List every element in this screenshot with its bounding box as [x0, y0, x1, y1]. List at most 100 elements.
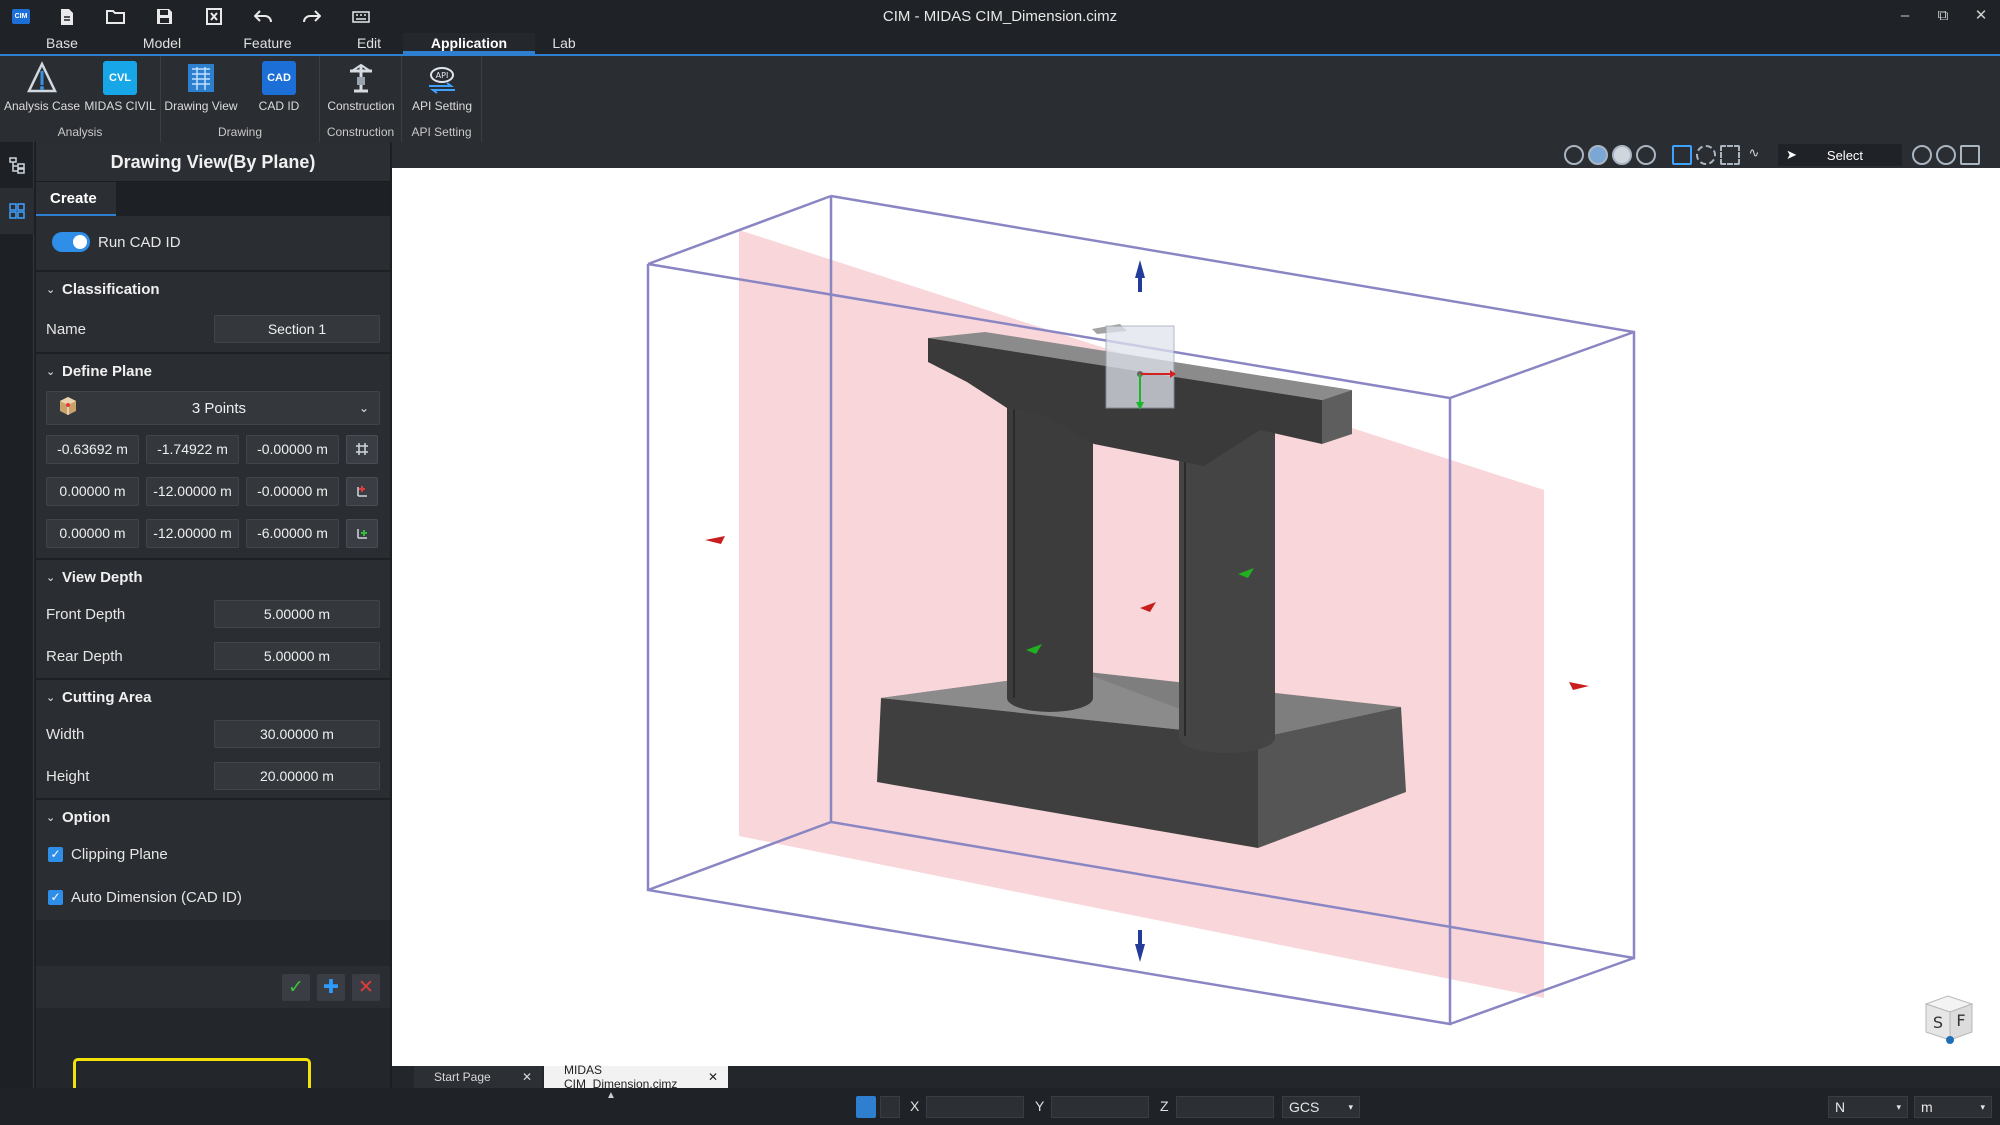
tab-model[interactable]: Model: [124, 33, 200, 54]
cancel-icon[interactable]: ✕: [352, 973, 380, 1001]
lasso-select-icon[interactable]: [1696, 145, 1716, 165]
option-header[interactable]: ⌄ Option: [36, 800, 390, 834]
new-file-icon[interactable]: [42, 0, 91, 33]
coord-system-select[interactable]: GCS ▾: [1282, 1096, 1360, 1118]
tab-edit[interactable]: Edit: [335, 33, 403, 54]
redo-icon[interactable]: [287, 0, 336, 33]
pick-y-axis-icon[interactable]: [346, 518, 378, 548]
point-3-y-field[interactable]: -12.00000 m: [146, 518, 239, 548]
z-label: Z: [1160, 1098, 1169, 1114]
close-icon[interactable]: ✕: [708, 1070, 718, 1084]
z-coord-field[interactable]: [1176, 1096, 1274, 1118]
snap-icon[interactable]: [856, 1096, 876, 1118]
undo-icon[interactable]: [238, 0, 287, 33]
grid-panel-icon[interactable]: [0, 188, 34, 234]
ribbon-group-label: Drawing: [217, 125, 262, 139]
clipping-plane-checkbox[interactable]: ✓: [48, 846, 63, 862]
define-plane-header[interactable]: ⌄ Define Plane: [36, 354, 390, 388]
view-rotate-icon[interactable]: [1564, 145, 1584, 165]
target-icon[interactable]: [1936, 145, 1956, 165]
tab-create[interactable]: Create: [36, 182, 116, 216]
point-2-y-field[interactable]: -12.00000 m: [146, 476, 239, 506]
panel-tab-row: Create: [36, 182, 390, 216]
open-folder-icon[interactable]: [91, 0, 140, 33]
drawing-view-icon: [183, 60, 219, 96]
x-coord-field[interactable]: [926, 1096, 1024, 1118]
chevron-down-icon: ⌄: [46, 691, 56, 704]
force-unit-select[interactable]: N ▾: [1828, 1096, 1908, 1118]
app-logo[interactable]: CIM: [0, 0, 42, 33]
cad-id-button[interactable]: CAD CAD ID: [239, 60, 319, 122]
run-cad-id-label: Run CAD ID: [98, 233, 181, 251]
api-setting-button[interactable]: API API Setting: [402, 60, 482, 122]
auto-dimension-row: ✓ Auto Dimension (CAD ID): [36, 874, 390, 920]
rear-depth-field[interactable]: 5.00000 m: [214, 642, 380, 670]
box-select-icon[interactable]: [1672, 145, 1692, 165]
clock-icon[interactable]: [1912, 145, 1932, 165]
tab-application[interactable]: Application: [403, 33, 535, 54]
construction-button[interactable]: Construction: [321, 60, 401, 122]
minimize-icon[interactable]: –: [1886, 0, 1924, 30]
point-1-y-field[interactable]: -1.74922 m: [146, 434, 239, 464]
name-row: Name Section 1: [36, 306, 390, 352]
doc-tab-midas-cim[interactable]: MIDAS CIM_Dimension.cimz ✕: [544, 1063, 728, 1091]
view-depth-header[interactable]: ⌄ View Depth: [36, 560, 390, 594]
analysis-case-button[interactable]: Analysis Case: [2, 60, 82, 122]
length-unit-select[interactable]: m ▾: [1914, 1096, 1992, 1118]
chevron-down-icon: ▾: [1896, 1102, 1901, 1112]
collapse-up-icon[interactable]: ▲: [606, 1090, 616, 1101]
pick-x-axis-icon[interactable]: [346, 476, 378, 506]
shade-mode-icon[interactable]: [1588, 145, 1608, 165]
close-file-icon[interactable]: [189, 0, 238, 33]
width-field[interactable]: 30.00000 m: [214, 720, 380, 748]
confirm-icon[interactable]: ✓: [282, 973, 310, 1001]
midas-civil-button[interactable]: CVL MIDAS CIVIL: [80, 60, 160, 122]
measure-icon[interactable]: [880, 1096, 900, 1118]
pick-origin-icon[interactable]: [346, 434, 378, 464]
render-mode-icon[interactable]: [1612, 145, 1632, 165]
point-2-z-field[interactable]: -0.00000 m: [246, 476, 339, 506]
classification-header[interactable]: ⌄ Classification: [36, 272, 390, 306]
ribbon-group-label: API Setting: [411, 125, 472, 139]
view-cube[interactable]: S F: [1920, 990, 1978, 1048]
width-label: Width: [46, 725, 85, 743]
doc-tab-start-page[interactable]: Start Page ✕: [414, 1066, 542, 1088]
add-icon[interactable]: ✚: [317, 973, 345, 1001]
restore-icon[interactable]: ⧉: [1924, 0, 1962, 30]
y-coord-field[interactable]: [1051, 1096, 1149, 1118]
run-cad-id-toggle[interactable]: [52, 232, 90, 252]
cad-id-icon: CAD: [261, 60, 297, 96]
window-select-icon[interactable]: [1720, 145, 1740, 165]
tab-base[interactable]: Base: [0, 33, 124, 54]
cube-settings-icon[interactable]: [1960, 145, 1980, 165]
save-icon[interactable]: [140, 0, 189, 33]
front-depth-field[interactable]: 5.00000 m: [214, 600, 380, 628]
status-bar: ▲ X Y Z GCS ▾ N ▾ m ▾: [0, 1088, 2000, 1125]
chevron-down-icon: ▾: [1980, 1102, 1985, 1112]
height-field[interactable]: 20.00000 m: [214, 762, 380, 790]
tab-feature[interactable]: Feature: [200, 33, 335, 54]
polyline-select-icon[interactable]: ∿: [1744, 145, 1764, 165]
plane-method-select[interactable]: 3 Points ⌄: [46, 391, 380, 425]
tree-view-icon[interactable]: [0, 142, 34, 188]
height-label: Height: [46, 767, 90, 785]
close-icon[interactable]: ✕: [522, 1070, 532, 1084]
close-icon[interactable]: ✕: [1962, 0, 2000, 30]
keyboard-icon[interactable]: [336, 0, 385, 33]
construction-icon: [343, 60, 379, 96]
document-tabs: Start Page ✕ MIDAS CIM_Dimension.cimz ✕: [392, 1063, 2000, 1091]
point-1-z-field[interactable]: -0.00000 m: [246, 434, 339, 464]
point-3-x-field[interactable]: 0.00000 m: [46, 518, 139, 548]
name-field[interactable]: Section 1: [214, 315, 380, 343]
point-1-x-field[interactable]: -0.63692 m: [46, 434, 139, 464]
auto-dimension-checkbox[interactable]: ✓: [48, 889, 63, 905]
tab-lab[interactable]: Lab: [535, 33, 593, 54]
name-label: Name: [46, 320, 87, 338]
select-mode-dropdown[interactable]: ➤ Select: [1778, 144, 1902, 166]
wire-mode-icon[interactable]: [1636, 145, 1656, 165]
cutting-area-header[interactable]: ⌄ Cutting Area: [36, 680, 390, 714]
drawing-view-button[interactable]: Drawing View: [161, 60, 241, 122]
point-3-z-field[interactable]: -6.00000 m: [246, 518, 339, 548]
model-viewport[interactable]: S F: [392, 168, 2000, 1066]
point-2-x-field[interactable]: 0.00000 m: [46, 476, 139, 506]
